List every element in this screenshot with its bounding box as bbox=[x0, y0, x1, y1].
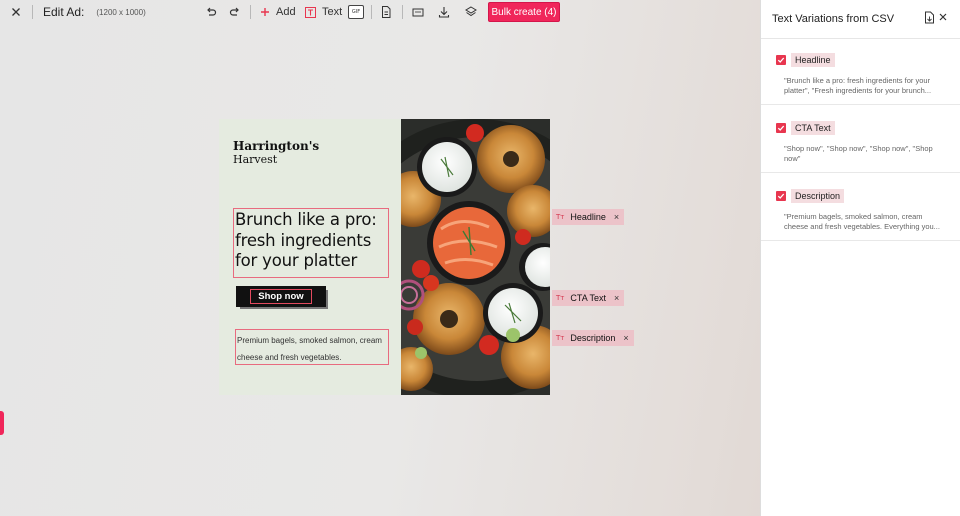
description-text-box[interactable]: Premium bagels, smoked salmon, cream che… bbox=[235, 329, 389, 365]
variation-preview: "Premium bagels, smoked salmon, cream ch… bbox=[784, 212, 940, 231]
text-type-icon: Tт bbox=[556, 294, 565, 302]
divider bbox=[32, 5, 33, 19]
download-icon bbox=[438, 7, 450, 18]
document-button[interactable] bbox=[380, 2, 392, 22]
variation-preview: "Shop now", "Shop now", "Shop now", "Sho… bbox=[784, 144, 933, 163]
gif-icon: GIF bbox=[348, 5, 364, 19]
panel-title: Text Variations from CSV bbox=[772, 13, 895, 25]
description-field-tag[interactable]: Tт Description × bbox=[552, 330, 634, 346]
bulk-create-button[interactable]: Bulk create (4) bbox=[488, 2, 560, 22]
ad-dimensions: (1200 x 1000) bbox=[96, 7, 146, 17]
editor-title: Edit Ad: (1200 x 1000) bbox=[43, 2, 146, 22]
undo-button[interactable] bbox=[204, 2, 218, 22]
resize-button[interactable] bbox=[411, 2, 425, 22]
ad-description: Premium bagels, smoked salmon, cream che… bbox=[237, 336, 382, 362]
editor-toolbar: Edit Ad: (1200 x 1000) Add Text GIF Bulk… bbox=[0, 0, 760, 24]
left-panel-handle[interactable] bbox=[0, 411, 4, 435]
cta-field-tag[interactable]: Tт CTA Text × bbox=[552, 290, 625, 306]
checkmark-icon bbox=[777, 193, 785, 199]
divider bbox=[371, 5, 372, 19]
variation-label: CTA Text bbox=[791, 121, 835, 135]
cta-label: Shop now bbox=[250, 289, 312, 304]
plus-icon bbox=[261, 8, 269, 16]
remove-tag-icon[interactable]: × bbox=[614, 212, 619, 222]
tag-label: Description bbox=[570, 333, 616, 343]
ad-canvas[interactable]: Harrington's Harvest Brunch like a pro: … bbox=[219, 119, 550, 395]
tag-label: Headline bbox=[570, 212, 606, 222]
description-checkbox[interactable] bbox=[776, 191, 786, 201]
import-file-icon[interactable] bbox=[924, 11, 935, 24]
variation-item-cta[interactable]: CTA Text "Shop now", "Shop now", "Shop n… bbox=[761, 105, 960, 173]
layers-button[interactable] bbox=[464, 2, 478, 22]
cta-checkbox[interactable] bbox=[776, 123, 786, 133]
variation-label: Headline bbox=[791, 53, 835, 67]
brand-logo: Harrington's Harvest bbox=[233, 139, 319, 167]
close-button[interactable] bbox=[9, 2, 23, 22]
add-label: Add bbox=[276, 6, 296, 18]
headline-field-tag[interactable]: Tт Headline × bbox=[552, 209, 625, 225]
headline-checkbox[interactable] bbox=[776, 55, 786, 65]
remove-tag-icon[interactable]: × bbox=[614, 293, 619, 303]
text-tool-label: Text bbox=[322, 6, 343, 18]
add-button[interactable]: Add bbox=[259, 2, 296, 22]
close-panel-icon[interactable] bbox=[937, 11, 949, 23]
headline-text-box[interactable]: Brunch like a pro: fresh ingredients for… bbox=[233, 208, 389, 278]
variation-item-headline[interactable]: Headline "Brunch like a pro: fresh ingre… bbox=[761, 39, 960, 105]
tag-label: CTA Text bbox=[570, 293, 607, 303]
undo-icon bbox=[207, 7, 217, 16]
text-tool-button[interactable]: Text bbox=[304, 2, 342, 22]
text-type-icon: Tт bbox=[556, 334, 565, 342]
close-icon bbox=[12, 8, 20, 16]
redo-icon bbox=[229, 7, 239, 16]
text-variations-panel: Text Variations from CSV Headline "Brunc… bbox=[760, 0, 960, 516]
checkmark-icon bbox=[777, 125, 785, 131]
layers-icon bbox=[465, 6, 477, 17]
checkmark-icon bbox=[777, 57, 785, 63]
resize-icon bbox=[412, 8, 424, 17]
divider bbox=[402, 5, 403, 19]
remove-tag-icon[interactable]: × bbox=[623, 333, 628, 343]
download-button[interactable] bbox=[437, 2, 451, 22]
divider bbox=[250, 5, 251, 19]
variation-item-description[interactable]: Description "Premium bagels, smoked salm… bbox=[761, 173, 960, 241]
page-title: Edit Ad: bbox=[43, 5, 85, 19]
cta-button[interactable]: Shop now bbox=[236, 286, 326, 307]
brand-name: Harrington's bbox=[233, 139, 320, 153]
gif-button[interactable]: GIF bbox=[348, 2, 364, 22]
variation-preview: "Brunch like a pro: fresh ingredients fo… bbox=[784, 76, 932, 95]
text-type-icon: Tт bbox=[556, 213, 565, 221]
file-icon bbox=[382, 6, 391, 18]
bagel-platter-image bbox=[337, 119, 550, 395]
variation-label: Description bbox=[791, 189, 845, 203]
panel-header: Text Variations from CSV bbox=[761, 0, 960, 39]
text-tool-icon bbox=[305, 6, 316, 18]
redo-button[interactable] bbox=[228, 2, 242, 22]
brand-subname: Harvest bbox=[233, 153, 278, 166]
ad-headline: Brunch like a pro: fresh ingredients for… bbox=[235, 210, 377, 270]
